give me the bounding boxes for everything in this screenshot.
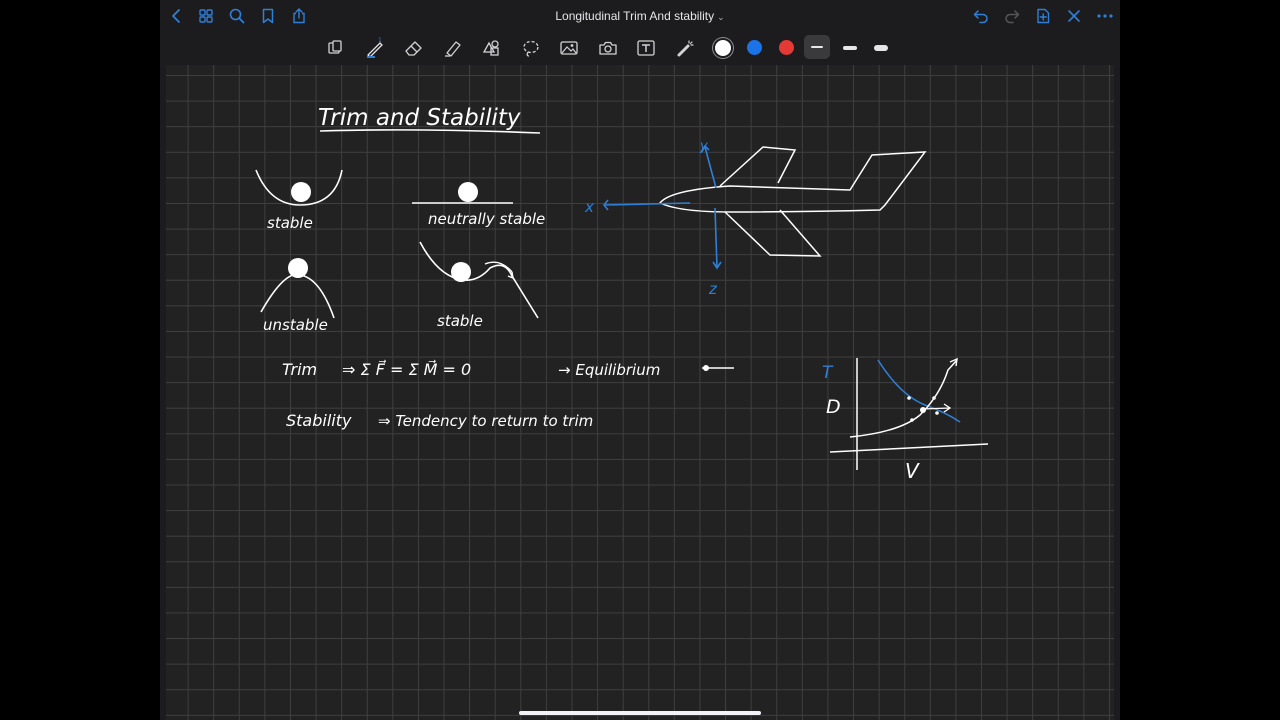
home-indicator[interactable] <box>519 711 761 715</box>
color-white-swatch[interactable] <box>715 40 731 56</box>
highlighter-icon[interactable] <box>442 38 464 58</box>
redo-icon[interactable] <box>1003 7 1021 25</box>
share-icon[interactable] <box>290 7 308 25</box>
close-icon[interactable] <box>1065 7 1083 25</box>
stroke-thin-icon <box>811 46 823 48</box>
tool-bar: 1 <box>160 32 1120 65</box>
stroke-thick-button[interactable] <box>874 45 888 51</box>
document-title[interactable]: Longitudinal Trim And stability ⌄ <box>540 8 740 25</box>
stroke-medium-button[interactable] <box>843 46 857 50</box>
search-icon[interactable] <box>228 7 246 25</box>
add-page-icon[interactable] <box>1034 7 1052 25</box>
svg-text:1: 1 <box>378 37 382 44</box>
note-page-canvas[interactable] <box>166 65 1114 720</box>
text-icon[interactable] <box>635 38 657 58</box>
color-red-swatch[interactable] <box>779 40 794 55</box>
bookmark-icon[interactable] <box>259 7 277 25</box>
eraser-icon[interactable] <box>403 38 425 58</box>
chevron-down-icon: ⌄ <box>717 12 725 22</box>
camera-icon[interactable] <box>597 38 619 58</box>
back-icon[interactable] <box>168 7 186 25</box>
undo-icon[interactable] <box>972 7 990 25</box>
shapes-icon[interactable] <box>480 38 502 58</box>
laser-icon[interactable] <box>674 38 696 58</box>
grid-icon[interactable] <box>197 7 215 25</box>
document-title-text: Longitudinal Trim And stability <box>555 9 715 23</box>
color-blue-swatch[interactable] <box>747 40 762 55</box>
pen-icon[interactable]: 1 <box>364 37 386 59</box>
lasso-readonly-icon[interactable] <box>325 39 345 57</box>
top-bar: Longitudinal Trim And stability ⌄ <box>160 0 1120 32</box>
lasso-icon[interactable] <box>520 38 542 58</box>
stroke-thin-button[interactable] <box>804 35 830 59</box>
image-icon[interactable] <box>558 38 580 58</box>
notes-app: Longitudinal Trim And stability ⌄ 1 Trim… <box>160 0 1120 720</box>
more-icon[interactable] <box>1095 7 1115 25</box>
